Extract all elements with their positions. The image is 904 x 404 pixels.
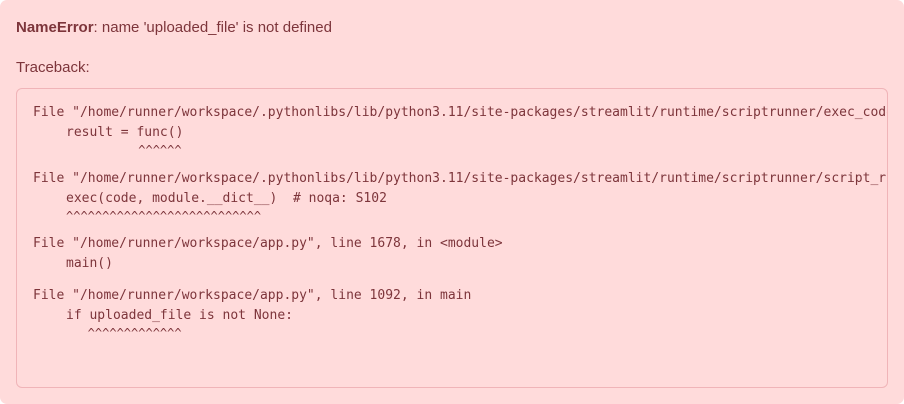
- traceback-frame: File "/home/runner/workspace/app.py", li…: [33, 286, 887, 340]
- traceback-file-line: File "/home/runner/workspace/.pythonlibs…: [33, 105, 888, 120]
- traceback-caret-line: ^^^^^^: [66, 143, 182, 157]
- traceback-code-line: if uploaded_file is not None:: [66, 308, 293, 323]
- traceback-file-line: File "/home/runner/workspace/.pythonlibs…: [33, 171, 888, 186]
- error-text: : name 'uploaded_file' is not defined: [93, 19, 332, 36]
- traceback-caret-line: ^^^^^^^^^^^^^^^^^^^^^^^^^^^: [66, 209, 262, 223]
- traceback-file-line: File "/home/runner/workspace/app.py", li…: [33, 236, 503, 251]
- traceback-caret-line: ^^^^^^^^^^^^^: [66, 326, 182, 340]
- traceback-code-line: main(): [66, 256, 113, 271]
- error-message: NameError: name 'uploaded_file' is not d…: [16, 17, 888, 39]
- traceback-file-line: File "/home/runner/workspace/app.py", li…: [33, 288, 472, 303]
- traceback-label: Traceback:: [16, 59, 90, 76]
- traceback-frame: File "/home/runner/workspace/.pythonlibs…: [33, 103, 887, 157]
- traceback-frame: File "/home/runner/workspace/app.py", li…: [33, 234, 887, 274]
- traceback-frame: File "/home/runner/workspace/.pythonlibs…: [33, 169, 887, 223]
- traceback-code-line: exec(code, module.__dict__) # noqa: S102: [66, 191, 387, 206]
- error-alert: NameError: name 'uploaded_file' is not d…: [0, 0, 904, 404]
- traceback-code-line: result = func(): [66, 125, 184, 140]
- error-type: NameError: [16, 19, 94, 36]
- traceback-code-block[interactable]: File "/home/runner/workspace/.pythonlibs…: [16, 88, 888, 388]
